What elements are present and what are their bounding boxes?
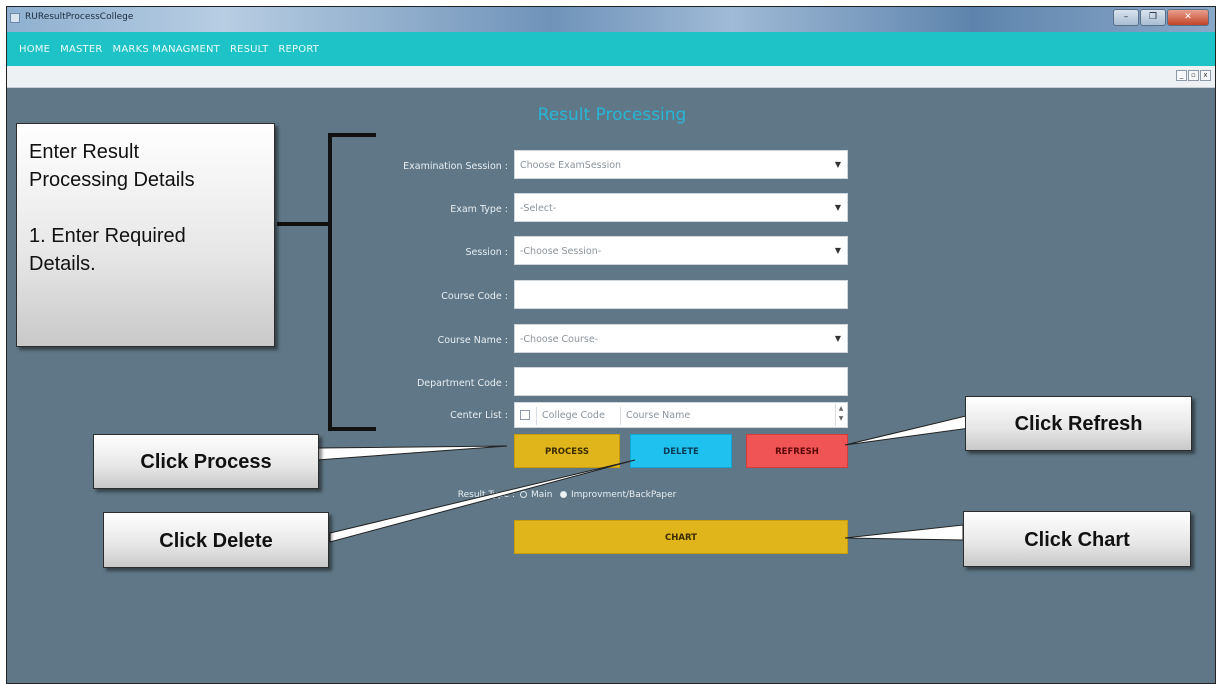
minimize-button[interactable]: – [1113,9,1139,26]
exam-type-select[interactable]: -Select- ▼ [514,193,848,222]
menu-bar: HOME MASTER MARKS MANAGMENT RESULT REPOR… [7,32,1215,66]
session-select[interactable]: -Choose Session- ▼ [514,236,848,265]
course-code-input[interactable] [514,280,848,309]
select-all-checkbox[interactable] [520,410,530,420]
form-title: Result Processing [537,105,687,125]
course-name-label: Course Name : [437,335,508,346]
window-controls: – ❐ ✕ [1112,9,1209,27]
college-code-column-header[interactable]: College Code [542,410,605,421]
result-type-main-radio[interactable] [520,491,527,498]
menu-result[interactable]: RESULT [230,44,268,55]
course-name-select[interactable]: -Choose Course- ▼ [514,324,848,353]
course-name-value: -Choose Course- [520,334,599,345]
dropdown-arrow-icon: ▼ [834,203,841,212]
callout-details-line-5: Details. [29,253,96,275]
scrollbar[interactable]: ▲ ▼ [835,404,846,426]
callout-details-line-3 [29,194,262,222]
menu-report[interactable]: REPORT [278,44,319,55]
window-title: RUResultProcessCollege [25,12,134,22]
delete-button[interactable]: DELETE [630,434,732,468]
callout-click-process: Click Process [93,434,319,489]
chart-button[interactable]: CHART [514,520,848,554]
callout-details-line-1: Enter Result [29,141,140,163]
course-name-column-header[interactable]: Course Name [626,410,690,421]
mdi-close-button[interactable]: x [1200,70,1211,81]
exam-type-label: Exam Type : [450,204,508,215]
window-titlebar: RUResultProcessCollege – ❐ ✕ [7,7,1215,32]
maximize-button[interactable]: ❐ [1140,9,1166,26]
column-divider [536,407,537,425]
department-code-label: Department Code : [416,378,508,389]
process-button[interactable]: PROCESS [514,434,620,468]
mdi-bar: _ ▫ x [7,66,1215,88]
mdi-restore-button[interactable]: ▫ [1188,70,1199,81]
callout-enter-details: Enter Result Processing Details 1. Enter… [16,123,275,347]
examination-session-value: Choose ExamSession [520,160,622,171]
callout-details-line-2: Processing Details [29,169,195,191]
refresh-button[interactable]: REFRESH [746,434,848,468]
center-list-label: Center List : [450,410,508,421]
session-value: -Choose Session- [520,246,602,257]
examination-session-label: Examination Session : [403,161,508,172]
result-type-improvment-label: Improvment/BackPaper [571,490,677,500]
department-code-input[interactable] [514,367,848,396]
result-type-label: Result Type : [457,490,515,500]
menu-home[interactable]: HOME [19,44,50,55]
mdi-minimize-button[interactable]: _ [1176,70,1187,81]
callout-details-line-4: 1. Enter Required [29,225,186,247]
examination-session-select[interactable]: Choose ExamSession ▼ [514,150,848,179]
session-label: Session : [465,247,508,258]
close-button[interactable]: ✕ [1167,9,1209,26]
callout-click-refresh: Click Refresh [965,396,1192,451]
menu-master[interactable]: MASTER [60,44,102,55]
menu-marks-managment[interactable]: MARKS MANAGMENT [113,44,220,55]
column-divider [620,407,621,425]
callout-click-delete: Click Delete [103,512,329,568]
result-type-main-label: Main [531,490,553,500]
course-code-label: Course Code : [441,291,508,302]
exam-type-value: -Select- [520,203,557,214]
callout-click-chart: Click Chart [963,511,1191,567]
dropdown-arrow-icon: ▼ [834,160,841,169]
dropdown-arrow-icon: ▼ [834,334,841,343]
dropdown-arrow-icon: ▼ [834,246,841,255]
center-list-grid[interactable]: College Code Course Name ▲ ▼ [514,402,848,428]
result-type-improvment-radio[interactable] [560,491,567,498]
app-icon [10,13,20,23]
